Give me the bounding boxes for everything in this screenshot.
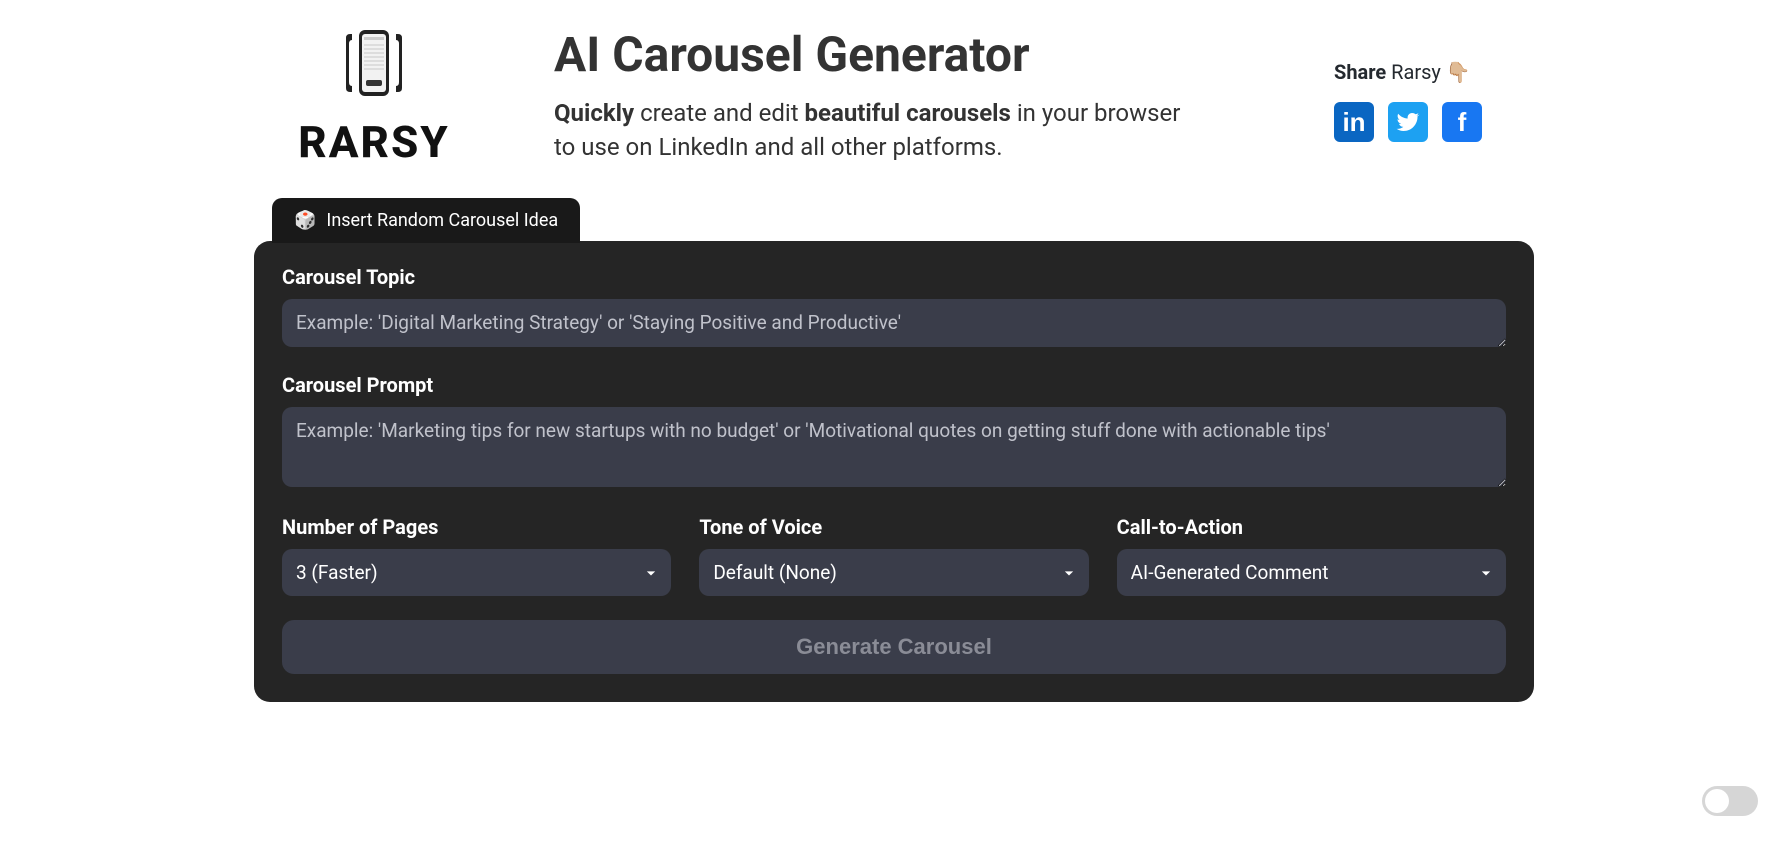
carousel-prompt-label: Carousel Prompt xyxy=(282,373,1506,397)
logo-block: RARSY xyxy=(254,20,494,168)
call-to-action-label: Call-to-Action xyxy=(1117,515,1506,539)
title-block: AI Carousel Generator Quickly create and… xyxy=(554,20,1274,164)
subtitle-bold-1: Quickly xyxy=(554,99,634,127)
random-idea-label: Insert Random Carousel Idea xyxy=(326,210,558,231)
toggle-knob xyxy=(1705,789,1729,813)
number-of-pages-select[interactable]: 3 (Faster) xyxy=(282,549,671,596)
linkedin-icon[interactable]: in xyxy=(1334,102,1374,142)
generate-carousel-button[interactable]: Generate Carousel xyxy=(282,620,1506,674)
tone-of-voice-select[interactable]: Default (None) xyxy=(699,549,1088,596)
subtitle-bold-2: beautiful carousels xyxy=(805,99,1011,127)
facebook-icon[interactable]: f xyxy=(1442,102,1482,142)
share-label-rest: Rarsy 👇🏼 xyxy=(1386,60,1471,84)
carousel-topic-input[interactable] xyxy=(282,299,1506,347)
number-of-pages-label: Number of Pages xyxy=(282,515,671,539)
brand-name: RARSY xyxy=(298,116,449,168)
call-to-action-select[interactable]: AI-Generated Comment xyxy=(1117,549,1506,596)
carousel-topic-label: Carousel Topic xyxy=(282,265,1506,289)
subtitle-text-1: create and edit xyxy=(634,99,804,127)
share-label: Share Rarsy 👇🏼 xyxy=(1334,60,1534,84)
app-logo-icon xyxy=(331,20,417,106)
theme-toggle[interactable] xyxy=(1702,786,1758,816)
dice-icon: 🎲 xyxy=(294,210,316,231)
share-block: Share Rarsy 👇🏼 in f xyxy=(1334,20,1534,142)
tone-of-voice-label: Tone of Voice xyxy=(699,515,1088,539)
page-subtitle: Quickly create and edit beautiful carous… xyxy=(554,97,1194,164)
share-label-bold: Share xyxy=(1334,60,1386,84)
twitter-icon[interactable] xyxy=(1388,102,1428,142)
carousel-prompt-input[interactable] xyxy=(282,407,1506,487)
generator-panel: Carousel Topic Carousel Prompt Number of… xyxy=(254,241,1534,702)
page-title: AI Carousel Generator xyxy=(554,26,1274,83)
insert-random-idea-tab[interactable]: 🎲 Insert Random Carousel Idea xyxy=(272,198,580,243)
